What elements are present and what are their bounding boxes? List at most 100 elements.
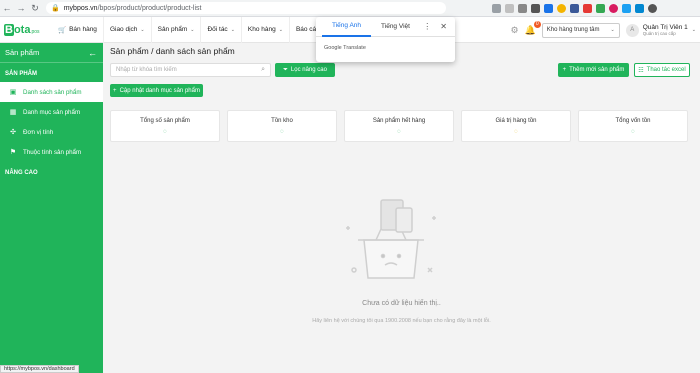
stat-total-products: Tổng số sản phẩm ◌ [110, 110, 220, 142]
chevron-down-icon: ⌄ [190, 26, 195, 33]
profile-icon[interactable] [648, 3, 657, 13]
notification-icon[interactable]: 🔔 0 [525, 20, 541, 36]
notification-badge: 0 [533, 20, 541, 28]
loading-icon: ◌ [397, 129, 401, 135]
back-icon[interactable]: ← [0, 1, 14, 15]
settings-icon[interactable]: ⚙ [510, 25, 518, 36]
lock-icon: 🔒 [51, 5, 60, 12]
chevron-down-icon: ⌄ [691, 27, 696, 33]
plus-icon: + [113, 87, 117, 94]
loading-icon: ◌ [280, 129, 284, 135]
search-icon[interactable]: ⌕ [261, 66, 265, 74]
camera-icon[interactable] [531, 3, 540, 13]
stat-inventory-value: Giá trị hàng tồn ◌ [461, 110, 571, 142]
stat-total-capital: Tổng vốn tồn ◌ [578, 110, 688, 142]
stat-label: Sản phẩm hết hàng [372, 118, 426, 124]
main-menu: 🛒 Bán hàng Giao dịch ⌄ Sản phẩm ⌄ Đối tá… [52, 16, 334, 43]
user-menu[interactable]: A Quản Trị Viên 1 Quản trị cao cấp ⌄ [625, 23, 696, 37]
button-label: Lọc nâng cao [290, 67, 327, 73]
chevron-down-icon: ⌄ [278, 26, 283, 33]
sidebar-item-product-list[interactable]: ▣ Danh sách sản phẩm [0, 82, 103, 102]
chevron-down-icon: ⌄ [610, 27, 615, 33]
sidebar-item-categories[interactable]: ▦ Danh mục sản phẩm [0, 102, 103, 122]
search-placeholder: Nhập từ khóa tìm kiếm [116, 67, 177, 73]
loading-icon: ◌ [514, 129, 518, 135]
menu-label: Sản phẩm [157, 26, 188, 33]
box-icon: ▣ [9, 89, 17, 96]
address-bar[interactable]: 🔒 mybpos.vn /bpos/product/product/produc… [46, 2, 446, 14]
extension-icon[interactable] [570, 3, 579, 13]
sidebar-item-label: Danh mục sản phẩm [23, 108, 81, 116]
menu-label: Kho hàng [247, 26, 276, 33]
zoom-icon[interactable] [505, 3, 514, 13]
search-input[interactable]: Nhập từ khóa tìm kiếm ⌕ [110, 63, 271, 77]
sidebar-title: Sản phẩm [5, 48, 40, 57]
loading-icon: ◌ [631, 129, 635, 135]
tab-vietnamese[interactable]: Tiếng Việt [371, 17, 420, 37]
menu-products[interactable]: Sản phẩm ⌄ [152, 16, 202, 43]
user-role: Quản trị cao cấp [642, 31, 676, 36]
forward-icon[interactable]: → [14, 1, 28, 15]
extension-icon[interactable] [622, 3, 631, 13]
extension-icon[interactable] [544, 3, 553, 13]
translate-popup: Tiếng Anh Tiếng Việt ⋮ ✕ Google Translat… [316, 17, 455, 62]
table-icon: ▦ [9, 109, 17, 116]
menu-label: Giao dịch [109, 26, 138, 33]
extension-icon[interactable] [596, 3, 605, 13]
chevron-down-icon: ⌄ [230, 26, 235, 33]
menu-warehouse[interactable]: Kho hàng ⌄ [242, 16, 290, 43]
logo-b: B [4, 23, 14, 36]
empty-state-hint: Hãy liên hệ với chúng tôi qua 1900.2008 … [312, 318, 491, 324]
sidebar: Sản phẩm ← SẢN PHẨM ▣ Danh sách sản phẩm… [0, 43, 103, 373]
grid-icon: ☷ [638, 67, 644, 74]
menu-sales[interactable]: 🛒 Bán hàng [52, 16, 104, 43]
user-name: Quản Trị Viên 1 [642, 24, 688, 31]
more-vert-icon[interactable]: ⋮ [423, 22, 431, 31]
empty-basket-icon [346, 199, 436, 279]
menu-label: Bán hàng [69, 26, 97, 33]
advanced-filter-button[interactable]: ⏷ Lọc nâng cao [275, 63, 335, 77]
add-product-button[interactable]: + Thêm mới sản phẩm [558, 63, 629, 77]
excel-actions-button[interactable]: ☷ Thao tác excel [634, 63, 690, 77]
chevron-down-icon: ⌄ [140, 26, 145, 33]
url-host: mybpos.vn [63, 4, 98, 12]
extension-icon[interactable] [635, 3, 644, 13]
page-title: Sản phẩm / danh sách sản phẩm [110, 46, 235, 56]
stat-out-of-stock: Sản phẩm hết hàng ◌ [344, 110, 454, 142]
arrow-left-icon[interactable]: ← [88, 48, 97, 58]
sidebar-section-advanced[interactable]: NÂNG CAO [0, 162, 103, 181]
tag-icon: ⚑ [9, 149, 17, 156]
stat-label: Tồn kho [271, 118, 293, 124]
star-icon[interactable] [518, 3, 527, 13]
sidebar-item-attributes[interactable]: ⚑ Thuộc tính sản phẩm [0, 142, 103, 162]
warehouse-value: Kho hàng trung tâm [546, 27, 600, 33]
sidebar-item-units[interactable]: ✣ Đơn vị tính [0, 122, 103, 142]
translate-actions: ⋮ ✕ [423, 22, 455, 31]
tab-english[interactable]: Tiếng Anh [322, 17, 372, 37]
warehouse-select[interactable]: Kho hàng trung tâm ⌄ [541, 22, 620, 38]
extension-icon[interactable] [557, 3, 566, 13]
button-label: Thao tác excel [646, 67, 686, 73]
main-content: Sản phẩm / danh sách sản phẩm Nhập từ kh… [103, 43, 700, 373]
extension-icon[interactable] [583, 3, 592, 13]
update-category-button[interactable]: + Cập nhật danh mục sản phẩm [110, 84, 203, 97]
stat-inventory: Tồn kho ◌ [227, 110, 337, 142]
menu-transactions[interactable]: Giao dịch ⌄ [104, 16, 152, 43]
header-right: ⚙ 🔔 0 Kho hàng trung tâm ⌄ A Quản Trị Viê… [510, 17, 696, 43]
settings-icon: ✣ [10, 129, 16, 136]
cart-icon: 🛒 [58, 26, 67, 34]
translate-icon[interactable] [492, 3, 501, 13]
plus-icon: + [562, 67, 567, 73]
reload-icon[interactable]: ↻ [28, 1, 42, 15]
logo[interactable]: B ota pos [4, 23, 52, 36]
extension-icon[interactable] [609, 3, 618, 13]
avatar: A [625, 23, 639, 37]
menu-partners[interactable]: Đối tác ⌄ [201, 16, 242, 43]
sidebar-item-label: Đơn vị tính [23, 128, 54, 136]
extensions [492, 3, 657, 13]
sidebar-section-products: SẢN PHẨM [5, 71, 38, 77]
translate-tabs: Tiếng Anh Tiếng Việt ⋮ ✕ [316, 17, 455, 37]
sidebar-header: Sản phẩm ← [0, 43, 103, 63]
close-icon[interactable]: ✕ [440, 22, 447, 31]
button-label: Thêm mới sản phẩm [569, 67, 625, 73]
